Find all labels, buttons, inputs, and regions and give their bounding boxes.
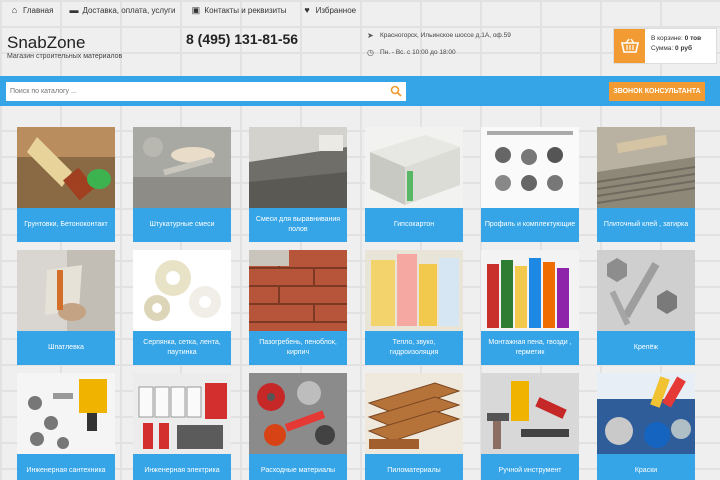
- category-tile[interactable]: Тепло, звуко, гидроизоляция: [365, 250, 463, 365]
- category-image-hand-tools: [481, 373, 579, 454]
- logo-name: SnabZone: [7, 33, 86, 52]
- category-tile[interactable]: Ручной инструмент: [481, 373, 579, 480]
- category-tile[interactable]: Грунтовки, Бетоноконтакт: [17, 127, 115, 242]
- address-text: Красногорск, Ильинское шоссе д.1А, оф.59: [380, 32, 511, 39]
- category-label: Серпянка, сетка, лента, паутинка: [133, 331, 231, 365]
- hours-line: ◷ Пн. - Вс. с 10:00 до 18:00: [367, 46, 511, 59]
- category-tile[interactable]: Смеси для выравнивания полов: [249, 127, 347, 242]
- clock-icon: ◷: [367, 47, 374, 57]
- category-image-blocks: [249, 250, 347, 331]
- logo-tagline: Магазин строительных материалов: [7, 53, 123, 60]
- cart-count-value: 0 тов: [684, 35, 702, 42]
- nav-contacts-label: Контакты и реквизиты: [204, 5, 287, 15]
- category-image-profiles: [481, 127, 579, 208]
- category-label: Шпатлевка: [17, 331, 115, 365]
- cart-sum-label: Сумма:: [651, 45, 674, 52]
- category-image-insulation: [365, 250, 463, 331]
- cart-widget[interactable]: В корзине: 0 тов Сумма: 0 руб: [613, 28, 717, 64]
- nav-home[interactable]: ⌂ Главная: [10, 5, 54, 15]
- category-label: Инженерная сантехника: [17, 454, 115, 480]
- search-icon[interactable]: [390, 85, 402, 97]
- category-label: Расходные материалы: [249, 454, 347, 480]
- category-label: Смеси для выравнивания полов: [249, 208, 347, 242]
- category-tile[interactable]: Гипсокартон: [365, 127, 463, 242]
- cart-info: В корзине: 0 тов Сумма: 0 руб: [645, 29, 701, 63]
- category-label: Плиточный клей , затирка: [597, 208, 695, 242]
- nav-contacts[interactable]: ▣ Контакты и реквизиты: [191, 5, 287, 15]
- cart-count-label: В корзине:: [651, 35, 683, 42]
- category-image-putty: [17, 250, 115, 331]
- location-arrow-icon: ➤: [367, 30, 374, 40]
- home-icon: ⌂: [11, 5, 18, 15]
- nav-favorites-label: Избранное: [315, 5, 357, 15]
- category-tile[interactable]: Шпатлевка: [17, 250, 115, 365]
- category-tile[interactable]: Профиль и комплектующие: [481, 127, 579, 242]
- category-image-tape: [133, 250, 231, 331]
- search-bar: ЗВОНОК КОНСУЛЬТАНТА: [0, 76, 720, 106]
- nav-home-label: Главная: [23, 5, 54, 15]
- hours-text: Пн. - Вс. с 10:00 до 18:00: [380, 49, 456, 56]
- logo[interactable]: SnabZone Магазин строительных материалов: [7, 33, 123, 61]
- top-navigation: ⌂ Главная ▬ Доставка, оплата, услуги ▣ Конт…: [0, 0, 720, 20]
- category-tile[interactable]: Краски: [597, 373, 695, 480]
- category-label: Ручной инструмент: [481, 454, 579, 480]
- category-tile[interactable]: Инженерная электрика: [133, 373, 231, 480]
- nav-delivery[interactable]: ▬ Доставка, оплата, услуги: [69, 6, 175, 15]
- address-line: ➤ Красногорск, Ильинское шоссе д.1А, оф.5…: [367, 29, 511, 42]
- category-image-paints: [597, 373, 695, 454]
- category-tile[interactable]: Пиломатериалы: [365, 373, 463, 480]
- category-image-fasteners: [597, 250, 695, 331]
- category-label: Гипсокартон: [365, 208, 463, 242]
- consultant-call-button[interactable]: ЗВОНОК КОНСУЛЬТАНТА: [609, 82, 705, 101]
- category-label: Крепёж: [597, 331, 695, 365]
- category-image-primers: [17, 127, 115, 208]
- category-tile[interactable]: Инженерная сантехника: [17, 373, 115, 480]
- category-image-floor-mix: [249, 127, 347, 208]
- category-tile[interactable]: Серпянка, сетка, лента, паутинка: [133, 250, 231, 365]
- category-label: Пиломатериалы: [365, 454, 463, 480]
- category-label: Штукатурные смеси: [133, 208, 231, 242]
- nav-favorites[interactable]: ♥ Избранное: [303, 5, 357, 15]
- category-label: Грунтовки, Бетоноконтакт: [17, 208, 115, 242]
- category-image-sealant: [481, 250, 579, 331]
- category-label: Тепло, звуко, гидроизоляция: [365, 331, 463, 365]
- heart-icon: ♥: [304, 5, 310, 15]
- category-tile[interactable]: Монтажная пена, гвозди , герметик: [481, 250, 579, 365]
- address-block: ➤ Красногорск, Ильинское шоссе д.1А, оф.5…: [367, 29, 511, 63]
- category-tile[interactable]: Расходные материалы: [249, 373, 347, 480]
- category-label: Монтажная пена, гвозди , герметик: [481, 331, 579, 365]
- cart-sum-value: 0 руб: [675, 45, 692, 52]
- cart-button[interactable]: [614, 29, 645, 63]
- category-tile[interactable]: Крепёж: [597, 250, 695, 365]
- contacts-icon: ▣: [191, 5, 201, 15]
- category-label: Профиль и комплектующие: [481, 208, 579, 242]
- category-label: Краски: [597, 454, 695, 480]
- search-input[interactable]: [6, 82, 406, 101]
- nav-delivery-label: Доставка, оплата, услуги: [82, 5, 176, 15]
- category-image-drywall: [365, 127, 463, 208]
- category-image-electrics: [133, 373, 231, 454]
- category-image-plumbing: [17, 373, 115, 454]
- category-image-tile-glue: [597, 127, 695, 208]
- category-image-plaster: [133, 127, 231, 208]
- category-tile[interactable]: Штукатурные смеси: [133, 127, 231, 242]
- category-tile[interactable]: Пазогребень, пеноблок, кирпич: [249, 250, 347, 365]
- category-image-consumables: [249, 373, 347, 454]
- category-label: Пазогребень, пеноблок, кирпич: [249, 331, 347, 365]
- truck-icon: ▬: [69, 5, 79, 15]
- phone-number[interactable]: 8 (495) 131-81-56: [186, 31, 298, 47]
- category-tile[interactable]: Плиточный клей , затирка: [597, 127, 695, 242]
- basket-icon: [620, 38, 639, 53]
- category-image-lumber: [365, 373, 463, 454]
- category-label: Инженерная электрика: [133, 454, 231, 480]
